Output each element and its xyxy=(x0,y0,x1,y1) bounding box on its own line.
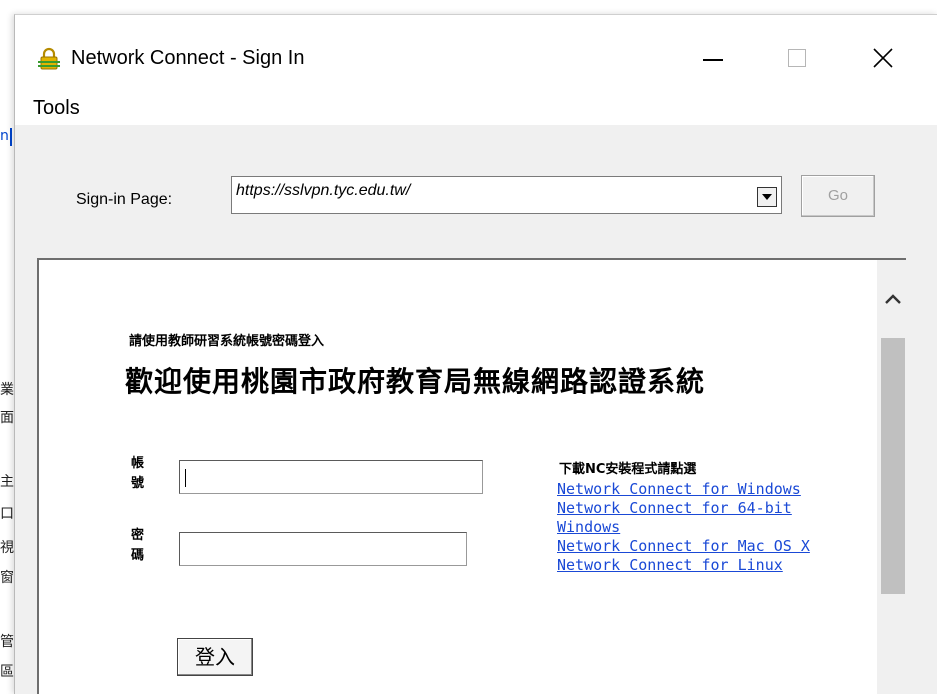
background-text-fragment: 區 xyxy=(0,664,14,680)
network-connect-window: Network Connect - Sign In Tools Sign-in … xyxy=(14,14,937,694)
background-text-fragment: 主 xyxy=(0,474,14,490)
window-title: Network Connect - Sign In xyxy=(71,47,305,69)
link-nc-linux[interactable]: Network Connect for Linux xyxy=(557,556,847,575)
background-text-fragment: 視 xyxy=(0,540,14,556)
chevron-down-icon[interactable] xyxy=(757,187,777,207)
signin-url-combobox[interactable] xyxy=(231,176,782,214)
title-bar[interactable]: Network Connect - Sign In xyxy=(15,15,937,91)
background-window-strip: n 業 面 主 口 視 窗 管 區 xyxy=(0,0,14,693)
maximize-icon[interactable] xyxy=(777,43,817,73)
account-input[interactable] xyxy=(180,461,486,495)
chevron-up-icon[interactable] xyxy=(881,288,905,312)
password-label: 密碼 xyxy=(131,528,145,563)
login-button[interactable]: 登入 xyxy=(177,638,253,676)
background-link-fragment xyxy=(10,128,12,146)
background-text-fragment: 口 xyxy=(0,506,14,522)
signin-web-view: 請使用教師研習系統帳號密碼登入 歡迎使用桃園市政府教育局無線網路認證系統 帳號 … xyxy=(37,258,906,694)
background-text-fragment: 業 xyxy=(0,382,14,398)
link-nc-mac[interactable]: Network Connect for Mac OS X xyxy=(557,537,847,556)
go-button[interactable]: Go xyxy=(801,175,875,217)
password-field[interactable] xyxy=(179,532,470,567)
background-text-fragment: n xyxy=(0,128,9,144)
vertical-scrollbar[interactable] xyxy=(877,260,906,694)
signin-page-label: Sign-in Page: xyxy=(76,191,173,208)
link-nc-windows[interactable]: Network Connect for Windows xyxy=(557,480,847,499)
signin-url-input[interactable] xyxy=(234,178,748,204)
close-icon[interactable] xyxy=(863,43,903,73)
menu-item-tools[interactable]: Tools xyxy=(33,95,80,121)
link-nc-64bit-windows[interactable]: Network Connect for 64-bit Windows xyxy=(557,499,847,537)
page-title: 歡迎使用桃園市政府教育局無線網路認證系統 xyxy=(125,365,706,398)
scrollbar-thumb[interactable] xyxy=(881,338,905,594)
password-input[interactable] xyxy=(180,533,470,567)
go-button-label: Go xyxy=(827,187,848,204)
lock-network-icon xyxy=(37,47,61,71)
account-field[interactable] xyxy=(179,460,486,495)
login-instruction: 請使用教師研習系統帳號密碼登入 xyxy=(129,334,325,349)
account-label: 帳號 xyxy=(131,456,145,491)
background-text-fragment: 窗 xyxy=(0,570,14,586)
background-text-fragment: 面 xyxy=(0,410,14,426)
background-text-fragment: 管 xyxy=(0,634,14,650)
menu-bar: Tools xyxy=(15,91,937,125)
minimize-icon[interactable] xyxy=(693,43,733,73)
download-links: Network Connect for Windows Network Conn… xyxy=(557,480,847,575)
download-header: 下載NC安裝程式請點選 xyxy=(559,462,697,477)
